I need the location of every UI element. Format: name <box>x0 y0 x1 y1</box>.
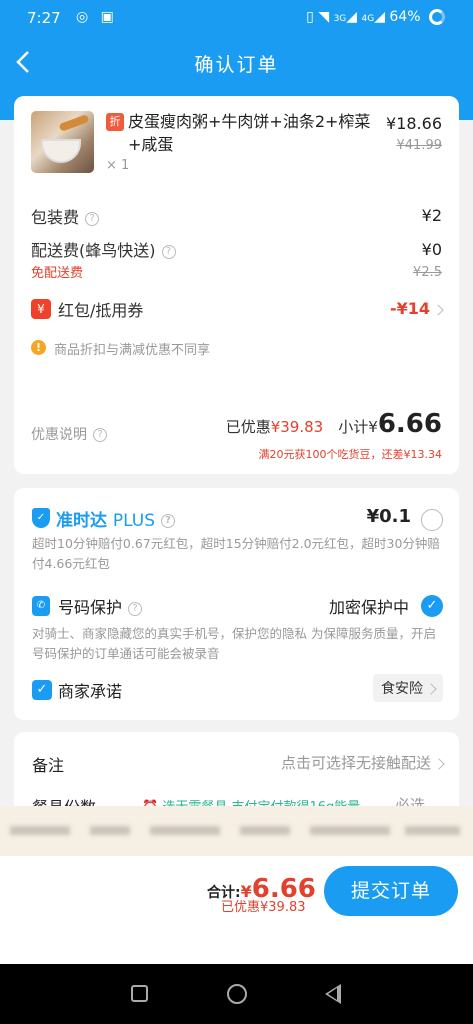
chevron-right-icon <box>433 757 445 770</box>
notification-icons: ◎ ▣ <box>76 9 118 25</box>
page-title: 确认订单 <box>194 54 279 76</box>
ontime-desc: 超时10分钟赔付0.67元红包，超时15分钟赔付2.0元红包，超时30分钟赔付4… <box>32 536 440 571</box>
delivery-original-fee: ¥2.5 <box>413 265 442 280</box>
free-delivery-label: 免配送费 <box>31 266 84 281</box>
privacy-toggle[interactable]: ✓ <box>421 595 443 617</box>
blurred-banner <box>0 806 473 856</box>
subtotal-amount: 6.66 <box>377 409 442 439</box>
discount-badge: 折 <box>106 113 124 131</box>
privacy-title-row: 号码保护? <box>58 594 143 618</box>
total-saved: 已优惠¥39.83 <box>221 900 306 915</box>
discount-notice: 商品折扣与满减优惠不同享 <box>54 343 211 358</box>
status-right: ▯ ◥ 3G◢ 4G◢ 64% <box>306 9 445 25</box>
notes-row[interactable]: 点击可选择无接触配送 <box>280 752 445 773</box>
ontime-title-row: 准时达 PLUS? <box>56 506 176 531</box>
privacy-desc: 对骑士、商家隐藏您的真实手机号，保护您的隐私 为保障服务质量，开启号码保护的订单… <box>32 626 436 661</box>
saved-amount: ¥39.83 <box>270 418 324 436</box>
net-3g-label: 3G <box>333 14 347 24</box>
coupon-value: -¥14 <box>389 299 430 318</box>
net-4g-label: 4G <box>361 14 375 24</box>
delivery-fee-row: 配送费(蜂鸟快送)? <box>31 237 176 261</box>
coupon-icon: ¥ <box>31 299 51 319</box>
coupon-value-row[interactable]: -¥14 <box>389 299 444 318</box>
privacy-status: 加密保护中 <box>328 598 409 617</box>
help-icon[interactable]: ? <box>128 601 143 616</box>
merchant-tag-label: 食安险 <box>381 681 423 697</box>
discount-desc-label: 优惠说明 <box>31 427 87 443</box>
wifi-icon: ◥ <box>318 9 330 25</box>
help-icon[interactable]: ? <box>161 514 176 528</box>
status-bar: 7:27 ◎ ▣ ▯ ◥ 3G◢ 4G◢ 64% <box>0 0 473 37</box>
product-name-text: 皮蛋瘦肉粥+牛肉饼+油条2+榨菜+咸蛋 <box>128 112 371 154</box>
packing-fee-value: ¥2 <box>421 206 442 225</box>
delivery-fee-value: ¥0 <box>421 240 442 259</box>
ontime-plus: PLUS <box>112 511 156 531</box>
chevron-right-icon <box>432 303 444 316</box>
saved-prefix: 已优惠 <box>225 418 271 436</box>
chevron-right-icon <box>425 683 437 695</box>
nav-bar: 确认订单 <box>0 37 473 90</box>
product-image[interactable] <box>31 111 94 173</box>
services-card: ✓ 准时达 PLUS? ¥0.1 超时10分钟赔付0.67元红包，超时15分钟赔… <box>14 488 459 720</box>
subtotal-prefix: 小计¥ <box>338 418 378 436</box>
product-original-price: ¥41.99 <box>396 138 443 153</box>
checkout-bar: 合计:¥6.66 已优惠¥39.83 提交订单 <box>0 856 473 964</box>
ontime-radio[interactable] <box>421 509 443 531</box>
order-card: 折 皮蛋瘦肉粥+牛肉饼+油条2+榨菜+咸蛋 × 1 ¥18.66 ¥41.99 … <box>14 96 459 474</box>
submit-order-button[interactable]: 提交订单 <box>324 866 458 916</box>
shield-icon: ✓ <box>32 508 50 528</box>
battery-icon <box>429 9 445 25</box>
battery-level: 64% <box>389 9 421 25</box>
packing-fee-row: 包装费? <box>31 204 100 228</box>
product-qty: × 1 <box>106 158 130 173</box>
vibrate-icon: ▯ <box>306 9 314 25</box>
discount-desc-row[interactable]: 优惠说明? <box>31 424 107 444</box>
warning-icon: ! <box>31 340 46 355</box>
coupon-label[interactable]: 红包/抵用券 <box>58 297 143 321</box>
privacy-title: 号码保护 <box>58 598 123 617</box>
check-icon: ✓ <box>32 680 52 700</box>
merchant-tag[interactable]: 食安险 <box>373 674 443 702</box>
system-nav-bar <box>0 964 473 1024</box>
delivery-fee-label: 配送费(蜂鸟快送) <box>31 241 156 260</box>
subtotal-row: 已优惠¥39.83 小计¥6.66 <box>226 409 442 439</box>
recent-apps-icon[interactable] <box>131 985 148 1002</box>
packing-fee-label: 包装费 <box>31 208 80 227</box>
notes-label: 备注 <box>32 756 65 775</box>
phone-icon: ✆ <box>32 596 50 616</box>
notes-placeholder: 点击可选择无接触配送 <box>280 754 431 772</box>
ontime-price: ¥0.1 <box>366 506 411 527</box>
status-time: 7:27 <box>27 9 61 27</box>
help-icon[interactable]: ? <box>161 244 176 259</box>
home-icon[interactable] <box>227 984 247 1004</box>
help-icon: ? <box>93 428 107 442</box>
help-icon[interactable]: ? <box>85 211 100 226</box>
promo-text: 满20元获100个吃货豆，还差¥13.34 <box>258 448 442 461</box>
back-triangle-icon[interactable] <box>325 984 341 1004</box>
ontime-title: 准时达 <box>56 511 107 531</box>
product-price: ¥18.66 <box>386 114 442 133</box>
product-name: 皮蛋瘦肉粥+牛肉饼+油条2+榨菜+咸蛋 <box>128 110 384 156</box>
merchant-title: 商家承诺 <box>58 682 123 701</box>
